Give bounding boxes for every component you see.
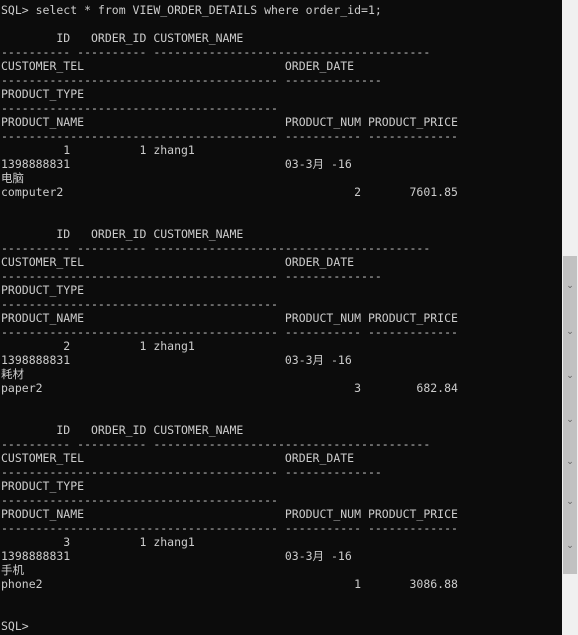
console-line: CUSTOMER_TEL ORDER_DATE bbox=[1, 255, 355, 269]
chevron-down-icon: ⌄ bbox=[566, 281, 574, 291]
console-line: PRODUCT_NAME PRODUCT_NUM PRODUCT_PRICE bbox=[1, 311, 458, 325]
console-line: ---------------------------------------- bbox=[1, 101, 278, 115]
console-line: 手机 bbox=[1, 563, 24, 577]
console-line: 3 1 zhang1 bbox=[1, 535, 195, 549]
console-line: 1 1 zhang1 bbox=[1, 143, 195, 157]
console-line: CUSTOMER_TEL ORDER_DATE bbox=[1, 59, 355, 73]
console-line: ----------------------------------------… bbox=[1, 465, 382, 479]
chevron-down-icon: ⌄ bbox=[566, 327, 574, 337]
console-line: CUSTOMER_TEL ORDER_DATE bbox=[1, 451, 355, 465]
console-line: PRODUCT_NAME PRODUCT_NUM PRODUCT_PRICE bbox=[1, 507, 458, 521]
console-line: ----------------------------------------… bbox=[1, 325, 458, 339]
console-line: ID ORDER_ID CUSTOMER_NAME bbox=[1, 31, 244, 45]
console-line: ---------------------------------------- bbox=[1, 297, 278, 311]
console-line: 1398888831 03-3月 -16 bbox=[1, 353, 352, 367]
chevron-down-icon: ⌄ bbox=[566, 457, 574, 467]
console-line: ----------------------------------------… bbox=[1, 129, 458, 143]
console-line: computer2 2 7601.85 bbox=[1, 185, 458, 199]
console-line: ----------------------------------------… bbox=[1, 73, 382, 87]
console-line: ID ORDER_ID CUSTOMER_NAME bbox=[1, 423, 244, 437]
console-line: paper2 3 682.84 bbox=[1, 381, 458, 395]
console-line: PRODUCT_TYPE bbox=[1, 283, 85, 297]
console-line: PRODUCT_TYPE bbox=[1, 87, 85, 101]
console-line: PRODUCT_NAME PRODUCT_NUM PRODUCT_PRICE bbox=[1, 115, 458, 129]
console-line: phone2 1 3086.88 bbox=[1, 577, 458, 591]
console-line: 电脑 bbox=[1, 171, 24, 185]
console-line: ----------------------------------------… bbox=[1, 521, 458, 535]
console-line: SQL> bbox=[1, 619, 29, 633]
console-line: ---------- ---------- ------------------… bbox=[1, 437, 431, 451]
console-line: ---------- ---------- ------------------… bbox=[1, 45, 431, 59]
console-line: 1398888831 03-3月 -16 bbox=[1, 549, 352, 563]
chevron-down-icon: ⌄ bbox=[566, 497, 574, 507]
chevron-down-icon: ⌄ bbox=[566, 541, 574, 551]
console-line: ----------------------------------------… bbox=[1, 269, 382, 283]
console-line: 耗材 bbox=[1, 367, 24, 381]
scrollbar-thumb[interactable]: ⌄ ⌄ ⌄ ⌄ ⌄ ⌄ ⌄ bbox=[563, 256, 577, 574]
console-lines: SQL> select * from VIEW_ORDER_DETAILS wh… bbox=[1, 3, 458, 633]
chevron-down-icon: ⌄ bbox=[566, 371, 574, 381]
console-line: PRODUCT_TYPE bbox=[1, 479, 85, 493]
console-output[interactable]: SQL> select * from VIEW_ORDER_DETAILS wh… bbox=[0, 0, 562, 635]
vertical-scrollbar[interactable]: ⌄ ⌄ ⌄ ⌄ ⌄ ⌄ ⌄ bbox=[562, 0, 578, 635]
console-line: ID ORDER_ID CUSTOMER_NAME bbox=[1, 227, 244, 241]
console-line: 1398888831 03-3月 -16 bbox=[1, 157, 352, 171]
chevron-down-icon: ⌄ bbox=[566, 415, 574, 425]
console-line: ---------- ---------- ------------------… bbox=[1, 241, 431, 255]
console-line: SQL> select * from VIEW_ORDER_DETAILS wh… bbox=[1, 3, 382, 17]
console-line: ---------------------------------------- bbox=[1, 493, 278, 507]
console-line: 2 1 zhang1 bbox=[1, 339, 195, 353]
